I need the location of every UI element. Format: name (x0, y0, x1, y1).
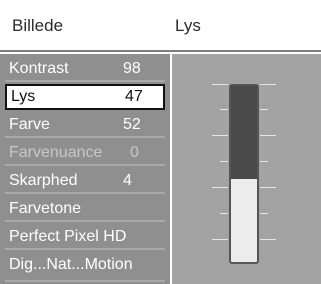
tick-mark (212, 135, 228, 136)
menu-title: Billede (12, 16, 64, 35)
menu-item-label: Farve (9, 116, 50, 133)
tick-mark (260, 84, 276, 85)
menu-item-farvenuance: Farvenuance 0 (5, 140, 165, 166)
menu-item-label: Lys (11, 88, 36, 105)
menu-item-value: 98 (123, 60, 141, 77)
menu-item-skarphed[interactable]: Skarphed 4 (5, 168, 165, 194)
menu-item-label: Skarphed (9, 172, 78, 189)
tick-mark (260, 135, 276, 136)
picture-settings-panel: Billede Lys Kontrast 98 Lys 47 Farve 52 … (0, 0, 321, 284)
tick-mark (220, 213, 228, 214)
level-slider[interactable] (229, 84, 259, 264)
menu-item-label: Kontrast (9, 60, 69, 77)
menu-item-label: Farvetone (9, 200, 82, 217)
tick-mark (212, 239, 228, 240)
tick-mark (260, 239, 276, 240)
tick-mark (212, 187, 228, 188)
settings-menu: Kontrast 98 Lys 47 Farve 52 Farvenuance … (0, 54, 170, 284)
tick-mark (212, 84, 228, 85)
tick-mark (220, 161, 228, 162)
menu-item-farve[interactable]: Farve 52 (5, 112, 165, 138)
tick-mark (260, 213, 268, 214)
menu-item-lys[interactable]: Lys 47 (5, 84, 165, 110)
menu-item-kontrast[interactable]: Kontrast 98 (5, 56, 165, 82)
menu-item-value: 47 (125, 88, 143, 105)
menu-item-farvetone[interactable]: Farvetone (5, 196, 165, 222)
tick-mark (260, 109, 268, 110)
selected-setting-title: Lys (175, 16, 201, 35)
value-area (172, 54, 321, 284)
slider-fill (231, 179, 257, 262)
menu-item-label: Farvenuance (9, 144, 103, 161)
header: Billede Lys (0, 0, 321, 52)
menu-item-label: Dig...Nat...Motion (9, 256, 133, 273)
menu-item-value: 0 (130, 144, 139, 161)
tick-mark (220, 109, 228, 110)
menu-item-value: 52 (123, 116, 141, 133)
menu-item-dig-nat-motion[interactable]: Dig...Nat...Motion (5, 252, 165, 282)
tick-mark (260, 187, 276, 188)
menu-item-label: Perfect Pixel HD (9, 228, 127, 245)
menu-item-value: 4 (123, 172, 132, 189)
tick-mark (260, 161, 268, 162)
menu-item-perfect-pixel-hd[interactable]: Perfect Pixel HD (5, 224, 165, 250)
